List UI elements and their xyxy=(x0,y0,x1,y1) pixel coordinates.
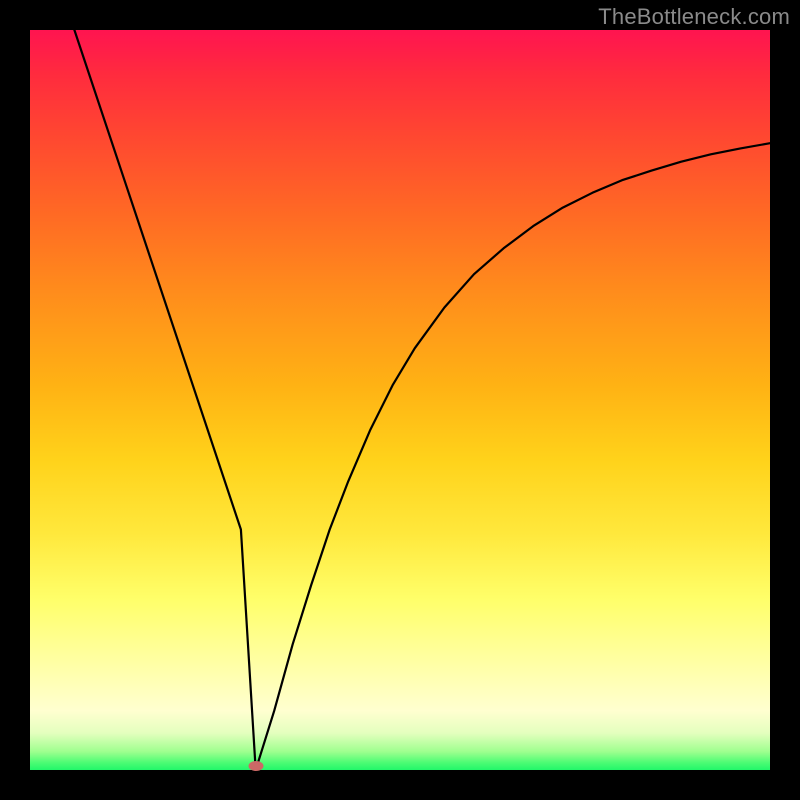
curve-svg xyxy=(30,30,770,770)
bottleneck-curve xyxy=(74,30,770,770)
watermark-text: TheBottleneck.com xyxy=(598,4,790,30)
chart-frame: TheBottleneck.com xyxy=(0,0,800,800)
plot-area xyxy=(30,30,770,770)
bottleneck-marker xyxy=(249,761,264,771)
